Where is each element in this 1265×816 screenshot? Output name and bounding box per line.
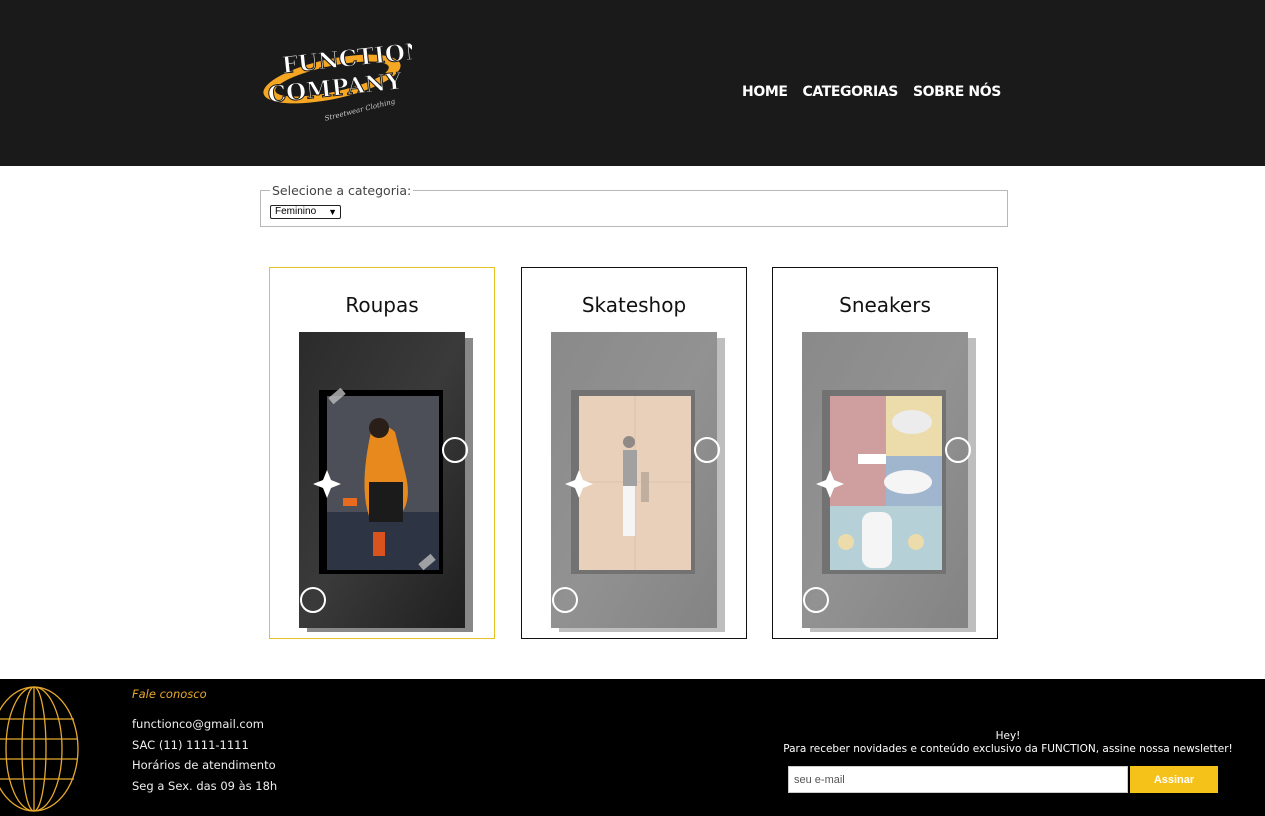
category-card-roupas[interactable]: Roupas: [269, 267, 495, 639]
contact-info: Fale conosco functionco@gmail.com SAC (1…: [132, 687, 277, 796]
newsletter-text-block: Hey! Para receber novidades e conteúdo e…: [780, 730, 1236, 756]
category-fieldset: Selecione a categoria: Feminino ▼: [260, 183, 1008, 227]
nav-sobre-nos[interactable]: SOBRE NÓS: [913, 84, 1001, 100]
category-card-sneakers[interactable]: Sneakers: [772, 267, 998, 639]
category-card-skateshop[interactable]: Skateshop: [521, 267, 747, 639]
category-legend: Selecione a categoria:: [270, 183, 414, 198]
category-select-value: Feminino: [275, 206, 317, 217]
hours-value: Seg a Sex. das 09 às 18h: [132, 778, 278, 793]
main-nav: HOME CATEGORIAS SOBRE NÓS: [742, 84, 1001, 100]
contact-phone: SAC (11) 1111-1111: [132, 737, 249, 752]
newsletter-email-input[interactable]: [788, 766, 1128, 793]
globe-icon: [0, 686, 79, 812]
newsletter-hey: Hey!: [995, 730, 1021, 742]
contact-title: Fale conosco: [132, 687, 207, 701]
card-title: Sneakers: [839, 293, 931, 317]
nav-categorias[interactable]: CATEGORIAS: [803, 84, 899, 100]
contact-email[interactable]: functionco@gmail.com: [132, 714, 277, 735]
chevron-down-icon: ▼: [328, 207, 337, 217]
subscribe-button[interactable]: Assinar: [1130, 766, 1218, 793]
site-header: FUNCTION COMPANY Streetwear Clothing HOM…: [0, 0, 1265, 166]
site-footer: Fale conosco functionco@gmail.com SAC (1…: [0, 679, 1265, 816]
skateshop-poster: [551, 332, 725, 632]
sneakers-poster: [802, 332, 976, 632]
nav-home[interactable]: HOME: [742, 84, 788, 100]
card-title: Skateshop: [581, 293, 687, 317]
hours-title: Horários de atendimento: [132, 758, 276, 772]
category-select[interactable]: Feminino ▼: [270, 205, 341, 219]
function-company-logo[interactable]: FUNCTION COMPANY Streetwear Clothing: [262, 34, 412, 122]
roupas-poster: [299, 332, 473, 632]
newsletter-description: Para receber novidades e conteúdo exclus…: [783, 743, 1233, 755]
card-title: Roupas: [345, 293, 419, 317]
